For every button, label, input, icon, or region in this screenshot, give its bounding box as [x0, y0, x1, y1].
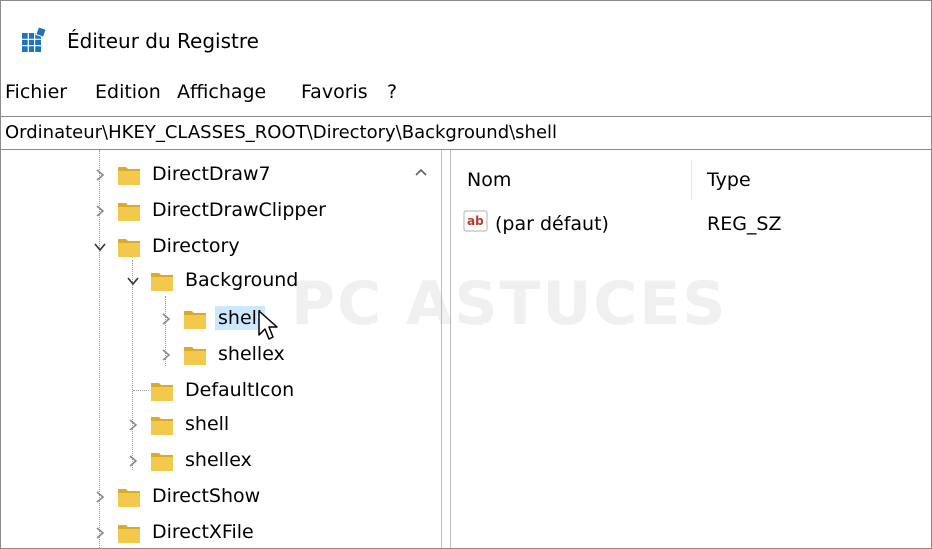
- title-bar[interactable]: Éditeur du Registre: [1, 1, 931, 73]
- tree-node[interactable]: DirectDrawClipper: [93, 194, 441, 228]
- values-list[interactable]: Nom Type ab (par défaut) REG_SZ: [451, 150, 931, 548]
- folder-icon: [151, 417, 173, 435]
- svg-text:ab: ab: [467, 214, 484, 228]
- column-header-type[interactable]: Type: [707, 168, 751, 192]
- menu-affichage[interactable]: Affichage: [175, 80, 268, 104]
- address-bar[interactable]: Ordinateur\HKEY_CLASSES_ROOT\Directory\B…: [1, 116, 931, 150]
- tree-node-label: DirectDrawClipper: [152, 199, 326, 221]
- folder-icon: [184, 311, 206, 329]
- tree-node[interactable]: DirectXFile: [93, 516, 441, 548]
- tree-node[interactable]: shellex: [126, 444, 441, 478]
- folder-icon: [118, 203, 140, 221]
- value-name: (par défaut): [495, 213, 609, 235]
- tree-node-label: shellex: [218, 343, 285, 365]
- folder-icon: [151, 383, 173, 401]
- chevron-down-icon[interactable]: [93, 240, 107, 254]
- tree-node-label: DirectShow: [152, 485, 261, 507]
- folder-icon: [151, 453, 173, 471]
- chevron-right-icon[interactable]: [126, 454, 140, 468]
- column-divider[interactable]: [691, 160, 692, 200]
- tree-node[interactable]: DirectDraw7: [93, 158, 441, 192]
- string-value-icon: ab: [463, 210, 488, 232]
- menu-edition[interactable]: Edition: [93, 80, 163, 104]
- mouse-cursor-icon: [258, 310, 278, 340]
- tree-node-label: DefaultIcon: [185, 379, 295, 401]
- tree-node[interactable]: DirectShow: [93, 480, 441, 514]
- folder-icon: [118, 525, 140, 543]
- menu-bar: Fichier Edition Affichage Favoris ?: [1, 73, 931, 111]
- column-header-name[interactable]: Nom: [467, 168, 511, 192]
- menu-fichier[interactable]: Fichier: [3, 80, 69, 104]
- folder-icon: [118, 167, 140, 185]
- value-type: REG_SZ: [707, 213, 782, 235]
- tree-node[interactable]: DefaultIcon: [126, 374, 441, 408]
- folder-icon: [151, 273, 173, 291]
- chevron-right-icon[interactable]: [159, 348, 173, 362]
- menu-favoris[interactable]: Favoris: [299, 80, 370, 104]
- tree-node-label: shell: [185, 413, 230, 435]
- registry-editor-window: Éditeur du Registre Fichier Edition Affi…: [0, 0, 932, 549]
- folder-icon: [118, 239, 140, 257]
- tree-node-label: DirectXFile: [152, 521, 254, 543]
- chevron-right-icon[interactable]: [159, 312, 173, 326]
- chevron-right-icon[interactable]: [93, 526, 107, 540]
- chevron-right-icon[interactable]: [93, 168, 107, 182]
- chevron-right-icon[interactable]: [93, 204, 107, 218]
- watermark-logo: PC ASTUCES: [291, 269, 728, 339]
- registry-editor-icon: [22, 27, 47, 52]
- pane-splitter[interactable]: [441, 150, 451, 548]
- folder-icon: [118, 489, 140, 507]
- tree-node-label: Directory: [152, 235, 240, 257]
- tree-node[interactable]: shell: [126, 408, 441, 442]
- registry-tree[interactable]: DirectDraw7 DirectDrawClipper Directory Bac…: [1, 150, 441, 548]
- menu-help[interactable]: ?: [385, 80, 399, 104]
- chevron-down-icon[interactable]: [126, 274, 140, 288]
- tree-node-label: shellex: [185, 449, 252, 471]
- tree-node-label: Background: [185, 269, 299, 291]
- chevron-right-icon[interactable]: [126, 418, 140, 432]
- tree-node-label: DirectDraw7: [152, 163, 271, 185]
- window-title: Éditeur du Registre: [67, 29, 259, 53]
- chevron-right-icon[interactable]: [93, 490, 107, 504]
- tree-node[interactable]: Directory: [93, 230, 441, 264]
- address-path[interactable]: Ordinateur\HKEY_CLASSES_ROOT\Directory\B…: [5, 121, 557, 145]
- folder-icon: [184, 347, 206, 365]
- tree-node[interactable]: shellex: [159, 338, 441, 372]
